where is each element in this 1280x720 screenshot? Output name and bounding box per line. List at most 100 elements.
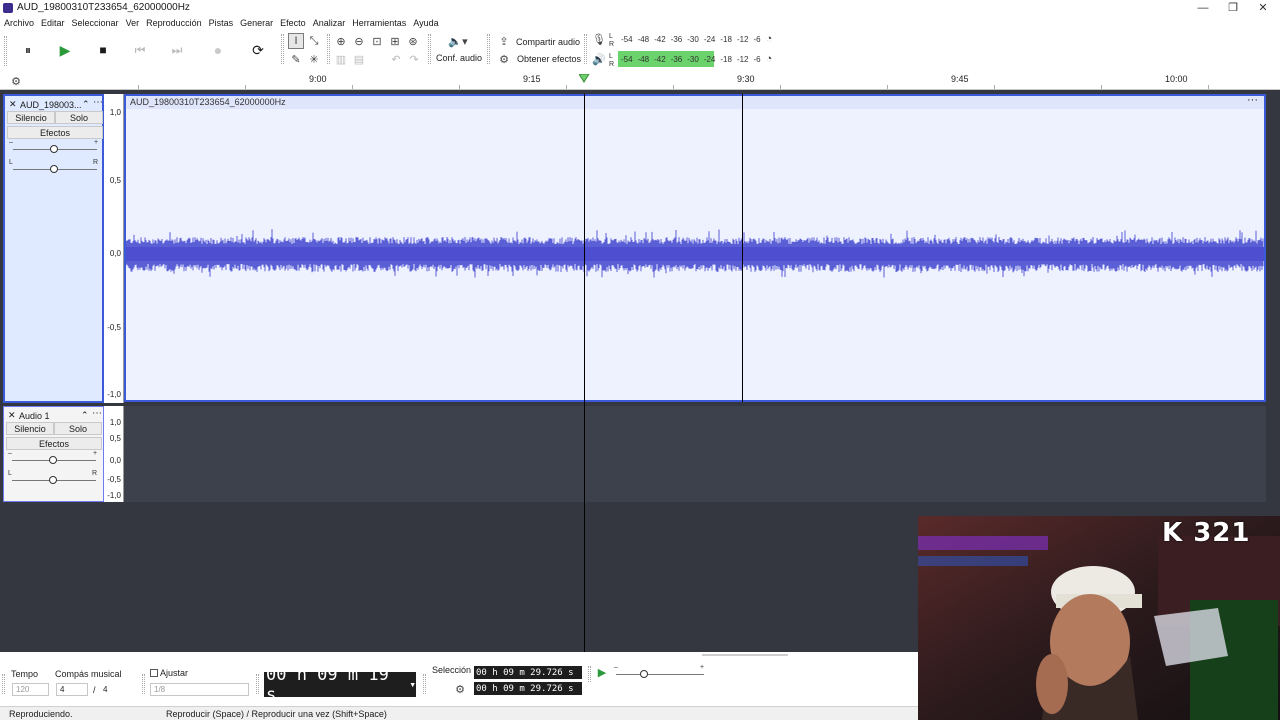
close-button[interactable]: ✕ <box>1248 0 1278 15</box>
menu-efecto[interactable]: Efecto <box>280 18 306 28</box>
timeline-settings-icon[interactable]: ⚙ <box>8 73 24 89</box>
horizontal-scrollbar[interactable] <box>702 654 788 656</box>
mute-button[interactable]: Silencio <box>6 422 54 435</box>
draw-tool-icon[interactable]: ✎ <box>288 51 304 67</box>
selection-end-time[interactable]: 00 h 09 m 29.726 s <box>474 682 582 695</box>
collapse-track-icon[interactable]: ⌃ <box>82 99 90 110</box>
edit-grip[interactable] <box>327 34 330 64</box>
restore-button[interactable]: ❐ <box>1218 0 1248 15</box>
selection-start-time[interactable]: 00 h 09 m 29.726 s <box>474 666 582 679</box>
audio-setup-button[interactable]: Conf. audio <box>436 53 482 63</box>
clip-header[interactable]: AUD_19800310T233654_62000000Hz ··· <box>126 94 1264 109</box>
get-effects-icon[interactable]: ⚙ <box>496 51 512 67</box>
solo-button[interactable]: Solo <box>55 111 103 124</box>
time-grip[interactable] <box>256 674 259 694</box>
track-2-vertical-scale[interactable]: 1,0 0,5 0,0 -0,5 -1,0 <box>104 406 124 502</box>
fit-project-icon[interactable]: ⊞ <box>387 33 403 49</box>
time-signature-numerator[interactable]: 4 <box>56 683 88 696</box>
effects-button[interactable]: Efectos <box>6 437 102 450</box>
menu-ayuda[interactable]: Ayuda <box>413 18 438 28</box>
effects-button[interactable]: Efectos <box>7 126 103 139</box>
redo-icon[interactable]: ↷ <box>406 51 422 67</box>
tempo-grip[interactable] <box>2 674 5 694</box>
playback-meter-reset-icon[interactable]: ◔ <box>761 51 777 67</box>
pause-button[interactable]: ⏸ <box>13 35 43 65</box>
meter-grip[interactable] <box>584 34 587 64</box>
zoom-toggle-icon[interactable]: ⊛ <box>405 33 421 49</box>
gain-slider-knob[interactable] <box>49 456 57 464</box>
menu-editar[interactable]: Editar <box>41 18 65 28</box>
record-button[interactable]: ● <box>203 35 233 65</box>
microphone-icon[interactable]: 🎙 <box>591 31 607 47</box>
close-track-icon[interactable]: ✕ <box>9 99 17 110</box>
share-audio-button[interactable]: Compartir audio <box>516 37 580 47</box>
menu-pistas[interactable]: Pistas <box>209 18 234 28</box>
clip-menu-icon[interactable]: ··· <box>1247 94 1258 106</box>
track-name[interactable]: Audio 1 <box>19 411 50 421</box>
pan-slider-knob[interactable] <box>50 165 58 173</box>
menu-reproduccion[interactable]: Reproducción <box>146 18 202 28</box>
fit-selection-icon[interactable]: ⊡ <box>369 33 385 49</box>
snap-checkbox[interactable] <box>150 669 158 677</box>
track-menu-icon[interactable]: ⋯ <box>92 408 102 419</box>
loop-button[interactable]: ⟳ <box>243 35 273 65</box>
empty-track-area[interactable] <box>124 406 1266 502</box>
speed-slider-track[interactable] <box>616 674 704 675</box>
track-menu-icon[interactable]: ⋯ <box>93 97 103 108</box>
playback-speaker-icon[interactable]: 🔊 <box>591 51 607 67</box>
play-at-speed-grip[interactable] <box>588 666 591 682</box>
playback-meter[interactable]: -54 -48 -42 -36 -30 -24 -18 -12 -6 <box>618 51 761 67</box>
collapse-track-icon[interactable]: ⌃ <box>81 410 89 421</box>
minimize-button[interactable]: — <box>1188 0 1218 15</box>
track-1-vertical-scale[interactable]: 1,0 0,5 0,0 -0,5 -1,0 <box>104 94 124 403</box>
time-format-chevron-icon[interactable]: ▾ <box>409 678 416 691</box>
skip-to-end-button[interactable]: ⏭ <box>162 35 192 65</box>
menu-seleccionar[interactable]: Seleccionar <box>72 18 119 28</box>
close-track-icon[interactable]: ✕ <box>8 410 16 421</box>
gain-slider-knob[interactable] <box>50 145 58 153</box>
track-control-panel-1[interactable]: ✕ AUD_198003... ⌃ ⋯ Silencio Solo Efecto… <box>3 94 104 403</box>
zoom-in-icon[interactable]: ⊕ <box>333 33 349 49</box>
menu-archivo[interactable]: Archivo <box>4 18 34 28</box>
track-name[interactable]: AUD_198003... <box>20 100 82 110</box>
menu-ver[interactable]: Ver <box>126 18 140 28</box>
time-display[interactable]: 00 h 09 m 19 s ▾ <box>264 665 416 705</box>
pan-slider-knob[interactable] <box>49 476 57 484</box>
menu-generar[interactable]: Generar <box>240 18 273 28</box>
time-signature-denominator[interactable]: 4 <box>99 683 131 696</box>
record-meter-reset-icon[interactable]: ◔ <box>761 31 777 47</box>
stop-button[interactable]: ■ <box>88 35 118 65</box>
timeline-ruler[interactable]: ⚙ 9:00 9:15 9:30 9:45 10:00 <box>0 72 1280 90</box>
snap-grip[interactable] <box>142 674 145 694</box>
track-control-panel-2[interactable]: ✕ Audio 1 ⌃ ⋯ Silencio Solo Efectos – + … <box>3 406 104 502</box>
selection-tool-icon[interactable]: I <box>288 33 304 49</box>
get-effects-button[interactable]: Obtener efectos <box>517 54 581 64</box>
trim-icon[interactable]: ▥ <box>333 51 349 67</box>
skip-to-start-button[interactable]: ⏮ <box>125 35 155 65</box>
undo-icon[interactable]: ↶ <box>388 51 404 67</box>
silence-icon[interactable]: ▤ <box>351 51 367 67</box>
audio-clip[interactable]: AUD_19800310T233654_62000000Hz ··· <box>124 94 1266 402</box>
selection-settings-icon[interactable]: ⚙ <box>452 681 468 697</box>
envelope-tool-icon[interactable]: ⤡ <box>306 33 322 49</box>
share-audio-icon[interactable]: ⇪ <box>496 33 512 49</box>
share-grip[interactable] <box>487 34 490 64</box>
solo-button[interactable]: Solo <box>54 422 102 435</box>
toolbar-grip[interactable] <box>4 36 7 66</box>
selection-grip[interactable] <box>423 674 426 694</box>
menu-herramientas[interactable]: Herramientas <box>352 18 406 28</box>
tools-grip[interactable] <box>281 34 284 64</box>
mute-button[interactable]: Silencio <box>7 111 55 124</box>
zoom-out-icon[interactable]: ⊖ <box>351 33 367 49</box>
tempo-input[interactable]: 120 <box>12 683 49 696</box>
speaker-icon[interactable]: 🔈▾ <box>446 33 470 49</box>
waveform[interactable] <box>126 109 1264 400</box>
play-at-speed-icon[interactable]: ▶ <box>594 664 610 680</box>
audio-setup-grip[interactable] <box>428 34 431 64</box>
multi-tool-icon[interactable]: ✳ <box>306 51 322 67</box>
play-head-marker-icon[interactable] <box>579 74 590 83</box>
record-meter[interactable]: -54 -48 -42 -36 -30 -24 -18 -12 -6 <box>618 31 761 47</box>
speed-slider-knob[interactable] <box>640 670 648 678</box>
menu-analizar[interactable]: Analizar <box>313 18 346 28</box>
snap-dropdown[interactable]: 1/8 <box>150 683 249 696</box>
